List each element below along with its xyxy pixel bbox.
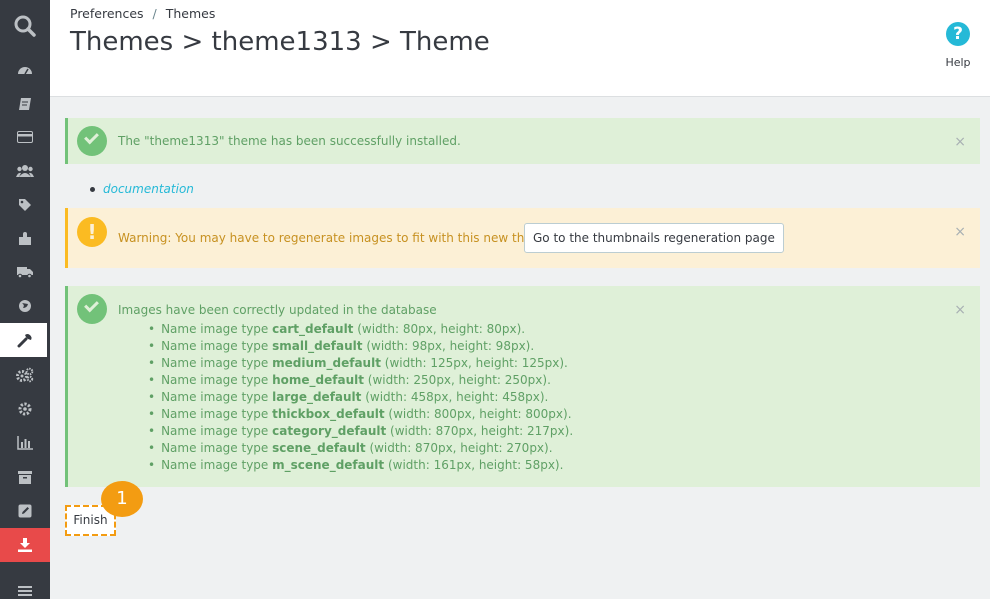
page-title: Themes > theme1313 > Theme (70, 27, 490, 57)
stock-icon (18, 470, 32, 484)
list-item: Name image type thickbox_default (width:… (148, 406, 573, 423)
close-icon[interactable]: × (954, 135, 966, 149)
customers-icon (16, 165, 34, 177)
documentation-link[interactable]: documentation (103, 182, 194, 196)
sidebar-item-preferences[interactable] (0, 323, 50, 357)
page-header: Preferences / Themes Themes > theme1313 > … (50, 0, 990, 97)
alert-installed-text: The "theme1313" theme has been successfu… (118, 134, 461, 148)
check-circle-icon (77, 126, 107, 156)
sidebar-item-price-rules[interactable] (0, 188, 50, 222)
sidebar-item-catalog[interactable] (0, 120, 50, 154)
edit-icon (18, 504, 32, 518)
list-item: Name image type small_default (width: 98… (148, 338, 573, 355)
preferences-icon (17, 334, 32, 348)
modules-icon (19, 232, 31, 245)
menu-icon (18, 586, 32, 596)
sidebar-item-stats[interactable] (0, 426, 50, 460)
advanced-parameters-icon (16, 367, 34, 383)
sidebar-item-localization[interactable] (0, 289, 50, 323)
sidebar-item-stock[interactable] (0, 460, 50, 494)
help-icon: ? (946, 22, 970, 46)
warning-text: Warning: You may have to regenerate imag… (118, 231, 555, 245)
help-button[interactable]: ? Help (945, 22, 971, 69)
breadcrumb-item-preferences[interactable]: Preferences (70, 6, 144, 21)
help-label: Help (945, 56, 971, 69)
download-icon (18, 538, 32, 552)
sidebar (0, 0, 50, 599)
price-rules-icon (19, 199, 31, 211)
alert-images-updated: Images have been correctly updated in th… (65, 286, 980, 487)
list-item: Name image type home_default (width: 250… (148, 372, 573, 389)
list-item: Name image type m_scene_default (width: … (148, 457, 573, 474)
stats-icon (17, 436, 33, 450)
list-item: Name image type category_default (width:… (148, 423, 573, 440)
breadcrumb-separator: / (152, 6, 157, 21)
image-type-list: Name image type cart_default (width: 80p… (148, 321, 573, 474)
close-icon[interactable]: × (954, 225, 966, 239)
sidebar-item-dashboard[interactable] (0, 53, 50, 87)
list-item: Name image type cart_default (width: 80p… (148, 321, 573, 338)
list-item: Name image type large_default (width: 45… (148, 389, 573, 406)
sidebar-item-modules[interactable] (0, 222, 50, 256)
regenerate-thumbnails-button[interactable]: Go to the thumbnails regeneration page (524, 223, 784, 253)
dashboard-icon (18, 67, 32, 75)
documentation-list: documentation (90, 182, 194, 196)
sidebar-item-orders[interactable] (0, 87, 50, 121)
breadcrumb: Preferences / Themes (70, 6, 215, 21)
sidebar-item-shipping[interactable] (0, 255, 50, 289)
breadcrumb-item-themes[interactable]: Themes (166, 6, 216, 21)
sidebar-item-edit[interactable] (0, 494, 50, 528)
sidebar-item-administration[interactable] (0, 392, 50, 426)
alert-warning: ! Warning: You may have to regenerate im… (65, 208, 980, 268)
search-icon (14, 15, 36, 37)
images-updated-text: Images have been correctly updated in th… (118, 303, 437, 317)
localization-icon (19, 300, 31, 312)
sidebar-menu-toggle[interactable] (0, 574, 50, 599)
step-badge: 1 (101, 481, 143, 517)
check-circle-icon (77, 294, 107, 324)
shipping-icon (17, 267, 33, 278)
close-icon[interactable]: × (954, 303, 966, 317)
search-button[interactable] (0, 0, 50, 52)
bullet (90, 187, 95, 192)
exclamation-circle-icon: ! (77, 217, 107, 247)
sidebar-item-advanced-parameters[interactable] (0, 358, 50, 392)
catalog-icon (17, 131, 33, 143)
sidebar-item-customers[interactable] (0, 154, 50, 188)
alert-theme-installed: The "theme1313" theme has been successfu… (65, 118, 980, 164)
list-item: Name image type scene_default (width: 87… (148, 440, 573, 457)
orders-icon (19, 98, 31, 110)
list-item: Name image type medium_default (width: 1… (148, 355, 573, 372)
administration-icon (18, 402, 32, 416)
sidebar-item-download[interactable] (0, 528, 50, 562)
